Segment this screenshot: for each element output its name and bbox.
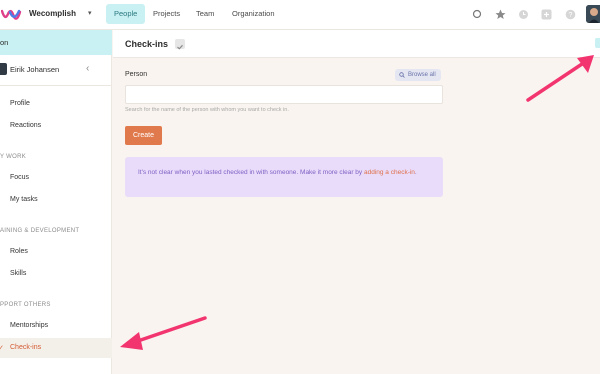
arrow-to-header-action-icon: [526, 55, 594, 102]
annotation-arrows: [120, 55, 594, 350]
arrow-to-check-ins-icon: [120, 316, 207, 350]
